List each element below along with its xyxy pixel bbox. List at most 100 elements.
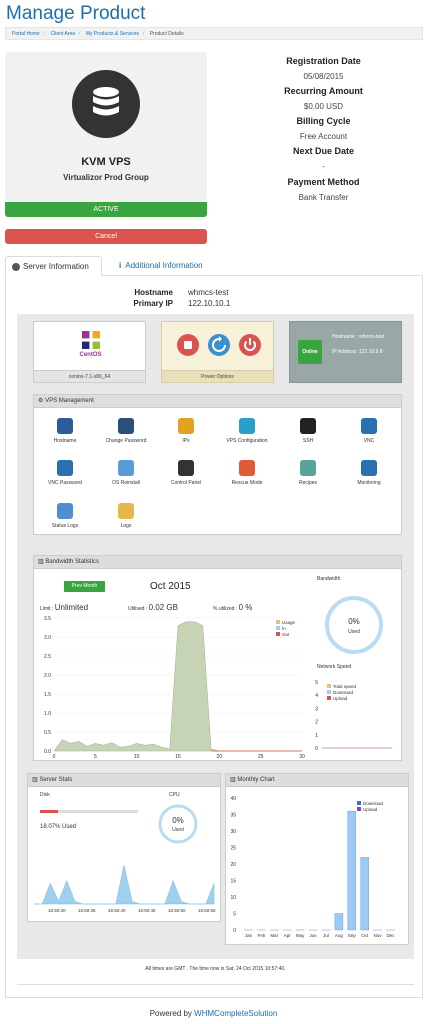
recurring-value: $0.00 USD [303, 102, 344, 111]
limit-value: Unlimited [54, 603, 89, 612]
bw-ytick: 3.0 [44, 635, 51, 641]
bw-usage-area [53, 621, 302, 752]
vps-item-label: Status Logs [51, 523, 79, 529]
tab-server-information-label: Server Information [23, 262, 89, 271]
cpu-caption: Used [172, 827, 184, 833]
next-due-label: Next Due Date [292, 146, 355, 156]
poweroff-button[interactable] [239, 334, 261, 356]
monthly-legend-label: Download [363, 801, 384, 806]
server-stats-header: ▥ Server Stats [27, 773, 221, 787]
breadcrumb-portal-home[interactable]: Portal Home [12, 31, 40, 37]
vps-item-label: Logs [120, 523, 132, 529]
net-legend-label: Upload [333, 696, 348, 701]
bw-ytick: 3.5 [44, 616, 51, 622]
status-logs-icon [57, 503, 73, 519]
tab-additional-information[interactable]: i Additional Information [113, 256, 209, 276]
vps-item-vnc[interactable]: VNC [334, 418, 404, 444]
bw-ytick: 0.5 [44, 730, 51, 736]
vps-item-status-logs[interactable]: Status Logs [30, 503, 100, 529]
powered-by: Powered by WHMCompleteSolution [0, 1009, 427, 1018]
online-ip: IP Address: 122.10.9.8 [332, 349, 383, 355]
bandwidth-header: ▥ Bandwidth Statistics [33, 555, 402, 569]
vps-item-monitoring[interactable]: Monitoring [334, 460, 404, 486]
vps-item-label: IPs [182, 438, 190, 444]
monthly-ytick: 10 [230, 895, 236, 901]
globe-icon [12, 262, 20, 271]
prev-month-button[interactable]: Prev Month [64, 581, 105, 592]
payment-label: Payment Method [287, 177, 360, 187]
bar-chart-icon: ▥ [230, 777, 236, 783]
vps-item-control-panel[interactable]: Control Panel [151, 460, 221, 486]
monthly-ytick: 40 [230, 796, 236, 802]
vps-item-logs[interactable]: Logs [91, 503, 161, 529]
monthly-ytick: 25 [230, 846, 236, 852]
network-speed-chart: 0 1 2 3 4 5 Total speedDownloadUpload [315, 680, 392, 752]
os-logo-text: CentOS [79, 352, 102, 358]
os-label: centos-7.1-x86_64 [34, 370, 145, 382]
monthly-xtick: Sep [348, 933, 357, 938]
monthly-legend-label: Upload [363, 807, 378, 812]
net-ytick: 5 [315, 680, 318, 686]
tab-server-information[interactable]: Server Information [5, 256, 102, 276]
bw-ytick: 2.0 [44, 673, 51, 679]
monthly-ytick: 5 [233, 912, 236, 918]
tab-additional-information-label: Additional Information [125, 261, 203, 270]
control-panel-icon [178, 460, 194, 476]
cancel-button[interactable]: Cancel [5, 229, 207, 244]
bw-xtick: 25 [258, 754, 264, 760]
bandwidth-title: Bandwidth Statistics [45, 559, 100, 565]
net-legend-swatch [327, 696, 331, 700]
monthly-bar-download [334, 913, 344, 931]
vps-management-grid: Hostname Change Password IPs VPS Configurat… [33, 408, 402, 535]
bw-ytick: 1.5 [44, 692, 51, 698]
vps-item-recipes[interactable]: Recipes [273, 460, 343, 486]
net-legend-swatch [327, 684, 331, 688]
powered-link[interactable]: WHMCompleteSolution [194, 1009, 277, 1018]
os-card: CentOS centos-7.1-x86_64 [33, 321, 146, 383]
database-icon [72, 70, 140, 138]
primary-ip-label: Primary IP [133, 299, 173, 308]
breadcrumb-client-area[interactable]: Client Area [51, 31, 75, 37]
monitoring-icon [361, 460, 377, 476]
monthly-ytick: 30 [230, 829, 236, 835]
bw-legend-swatch [276, 620, 280, 624]
restart-button[interactable] [208, 334, 230, 356]
stop-button[interactable] [177, 334, 199, 356]
registration-value: 05/08/2015 [303, 72, 344, 81]
monthly-xtick: Jan [245, 933, 253, 938]
monthly-xtick: Jun [309, 933, 317, 938]
key-icon [118, 418, 134, 434]
stats-xtick: 16:50:45 [138, 908, 156, 913]
powered-prefix: Powered by [149, 1009, 192, 1018]
stats-area [34, 864, 215, 905]
net-ytick: 4 [315, 693, 318, 699]
bar-chart-icon: ▥ [38, 559, 44, 565]
monthly-ytick: 35 [230, 813, 236, 819]
monthly-legend-swatch [357, 807, 361, 811]
vps-item-label: VNC Password [48, 480, 82, 486]
vps-item-vps-configuration[interactable]: VPS Configuration [212, 418, 282, 444]
vps-item-ips[interactable]: IPs [151, 418, 221, 444]
vps-item-hostname[interactable]: Hostname [30, 418, 100, 444]
disk-label: Disk [40, 792, 50, 798]
online-card: Online Hostname : whmcs-test IP Address:… [289, 321, 402, 383]
tab-bar: Server Information i Additional Informati… [5, 256, 423, 276]
vps-item-vnc-password[interactable]: VNC Password [30, 460, 100, 486]
breadcrumb-products[interactable]: My Products & Services [86, 31, 139, 37]
bw-ytick: 2.5 [44, 654, 51, 660]
vps-item-ssh[interactable]: SSH [273, 418, 343, 444]
cpu-value: 0% [172, 816, 184, 825]
disk-used-text: 18.07% Used [40, 824, 77, 830]
power-icon [244, 338, 256, 351]
restart-icon [212, 336, 226, 352]
bandwidth-month: Oct 2015 [150, 581, 191, 592]
utilised-row: Utilised : 0.02 GB [128, 603, 178, 612]
hostname-value: whmcs-test [188, 288, 229, 297]
vnc-password-icon [57, 460, 73, 476]
bandwidth-side-title: Bandwidth [317, 576, 341, 582]
power-options-label: Power Options [162, 370, 273, 382]
vps-item-rescue-mode[interactable]: Rescue Mode [212, 460, 282, 486]
percent-value: 0 % [238, 603, 253, 612]
online-hostname: Hostname : whmcs-test [332, 334, 385, 340]
logs-icon [118, 503, 134, 519]
